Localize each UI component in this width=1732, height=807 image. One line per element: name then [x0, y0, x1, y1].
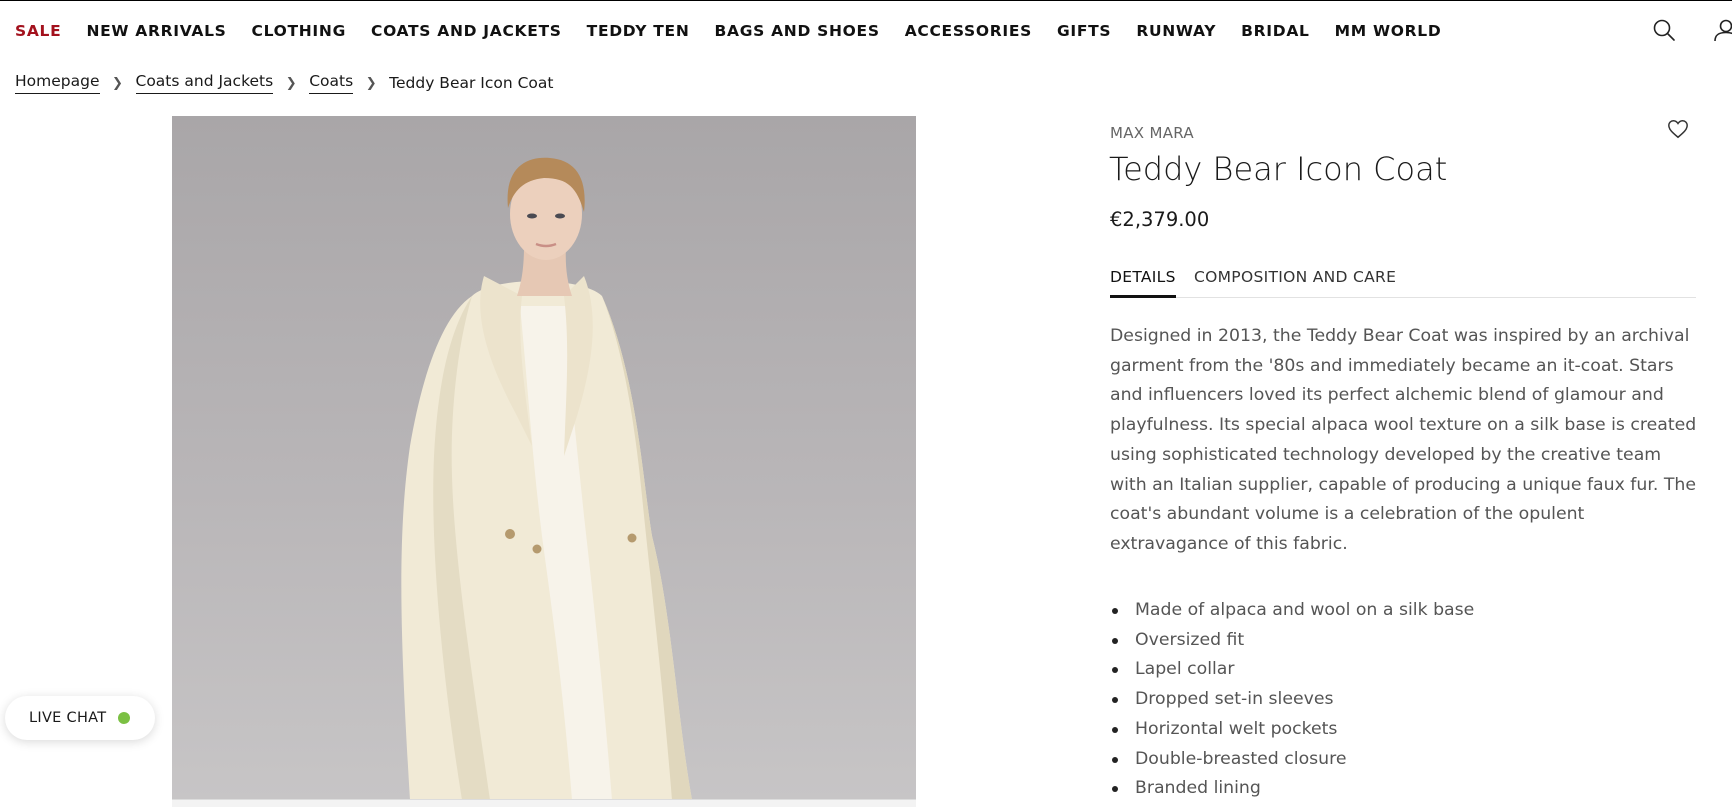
image-bottom-edge	[172, 799, 916, 807]
heart-icon[interactable]	[1667, 118, 1689, 140]
live-chat-label: LIVE CHAT	[29, 710, 107, 726]
chevron-right-icon: ❯	[285, 75, 297, 91]
feature-item: Lapel collar	[1110, 655, 1474, 685]
coat-model-illustration	[401, 157, 692, 800]
nav-item-sale[interactable]: SALE	[15, 22, 61, 40]
product-image[interactable]	[172, 116, 916, 800]
nav-item-coats-and-jackets[interactable]: COATS AND JACKETS	[371, 22, 562, 40]
feature-item: Oversized fit	[1110, 626, 1474, 656]
feature-list: Made of alpaca and wool on a silk base Ov…	[1110, 596, 1474, 804]
nav-item-runway[interactable]: RUNWAY	[1136, 22, 1216, 40]
breadcrumb-link[interactable]: Coats and Jackets	[135, 72, 274, 94]
main-nav: SALE NEW ARRIVALS CLOTHING COATS AND JACKET…	[15, 22, 1441, 40]
chevron-right-icon: ❯	[112, 75, 123, 91]
feature-item: Made of alpaca and wool on a silk base	[1110, 596, 1474, 626]
nav-item-bags-and-shoes[interactable]: BAGS AND SHOES	[715, 22, 880, 40]
product-tabs: DETAILS COMPOSITION AND CARE	[1110, 268, 1696, 298]
user-icon[interactable]	[1712, 18, 1732, 42]
tab-details[interactable]: DETAILS	[1110, 268, 1176, 298]
nav-item-new-arrivals[interactable]: NEW ARRIVALS	[86, 22, 226, 40]
chevron-right-icon: ❯	[365, 75, 377, 91]
nav-item-bridal[interactable]: BRIDAL	[1241, 22, 1309, 40]
brand-name: MAX MARA	[1110, 124, 1194, 142]
nav-item-clothing[interactable]: CLOTHING	[252, 22, 346, 40]
nav-item-accessories[interactable]: ACCESSORIES	[905, 22, 1032, 40]
breadcrumb-current: Teddy Bear Icon Coat	[389, 74, 554, 92]
live-chat-button[interactable]: LIVE CHAT	[5, 696, 155, 740]
breadcrumb-link[interactable]: Homepage	[15, 72, 100, 94]
feature-item: Horizontal welt pockets	[1110, 715, 1474, 745]
nav-item-teddy-ten[interactable]: TEDDY TEN	[587, 22, 690, 40]
feature-item: Branded lining	[1110, 774, 1474, 804]
product-title: Teddy Bear Icon Coat	[1109, 150, 1448, 188]
tab-composition-and-care[interactable]: COMPOSITION AND CARE	[1194, 268, 1396, 286]
nav-item-gifts[interactable]: GIFTS	[1057, 22, 1111, 40]
breadcrumb: Homepage ❯ Coats and Jackets ❯ Coats ❯ Teddy B…	[15, 72, 553, 94]
product-description: Designed in 2013, the Teddy Bear Coat wa…	[1110, 326, 1697, 554]
search-icon[interactable]	[1652, 18, 1676, 42]
top-border	[0, 0, 1732, 1]
online-status-dot	[118, 712, 131, 724]
product-price: €2,379.00	[1110, 208, 1210, 231]
nav-item-mm-world[interactable]: MM WORLD	[1335, 22, 1442, 40]
feature-item: Dropped set-in sleeves	[1110, 685, 1474, 715]
breadcrumb-link[interactable]: Coats	[309, 72, 354, 94]
feature-item: Double-breasted closure	[1110, 745, 1474, 775]
